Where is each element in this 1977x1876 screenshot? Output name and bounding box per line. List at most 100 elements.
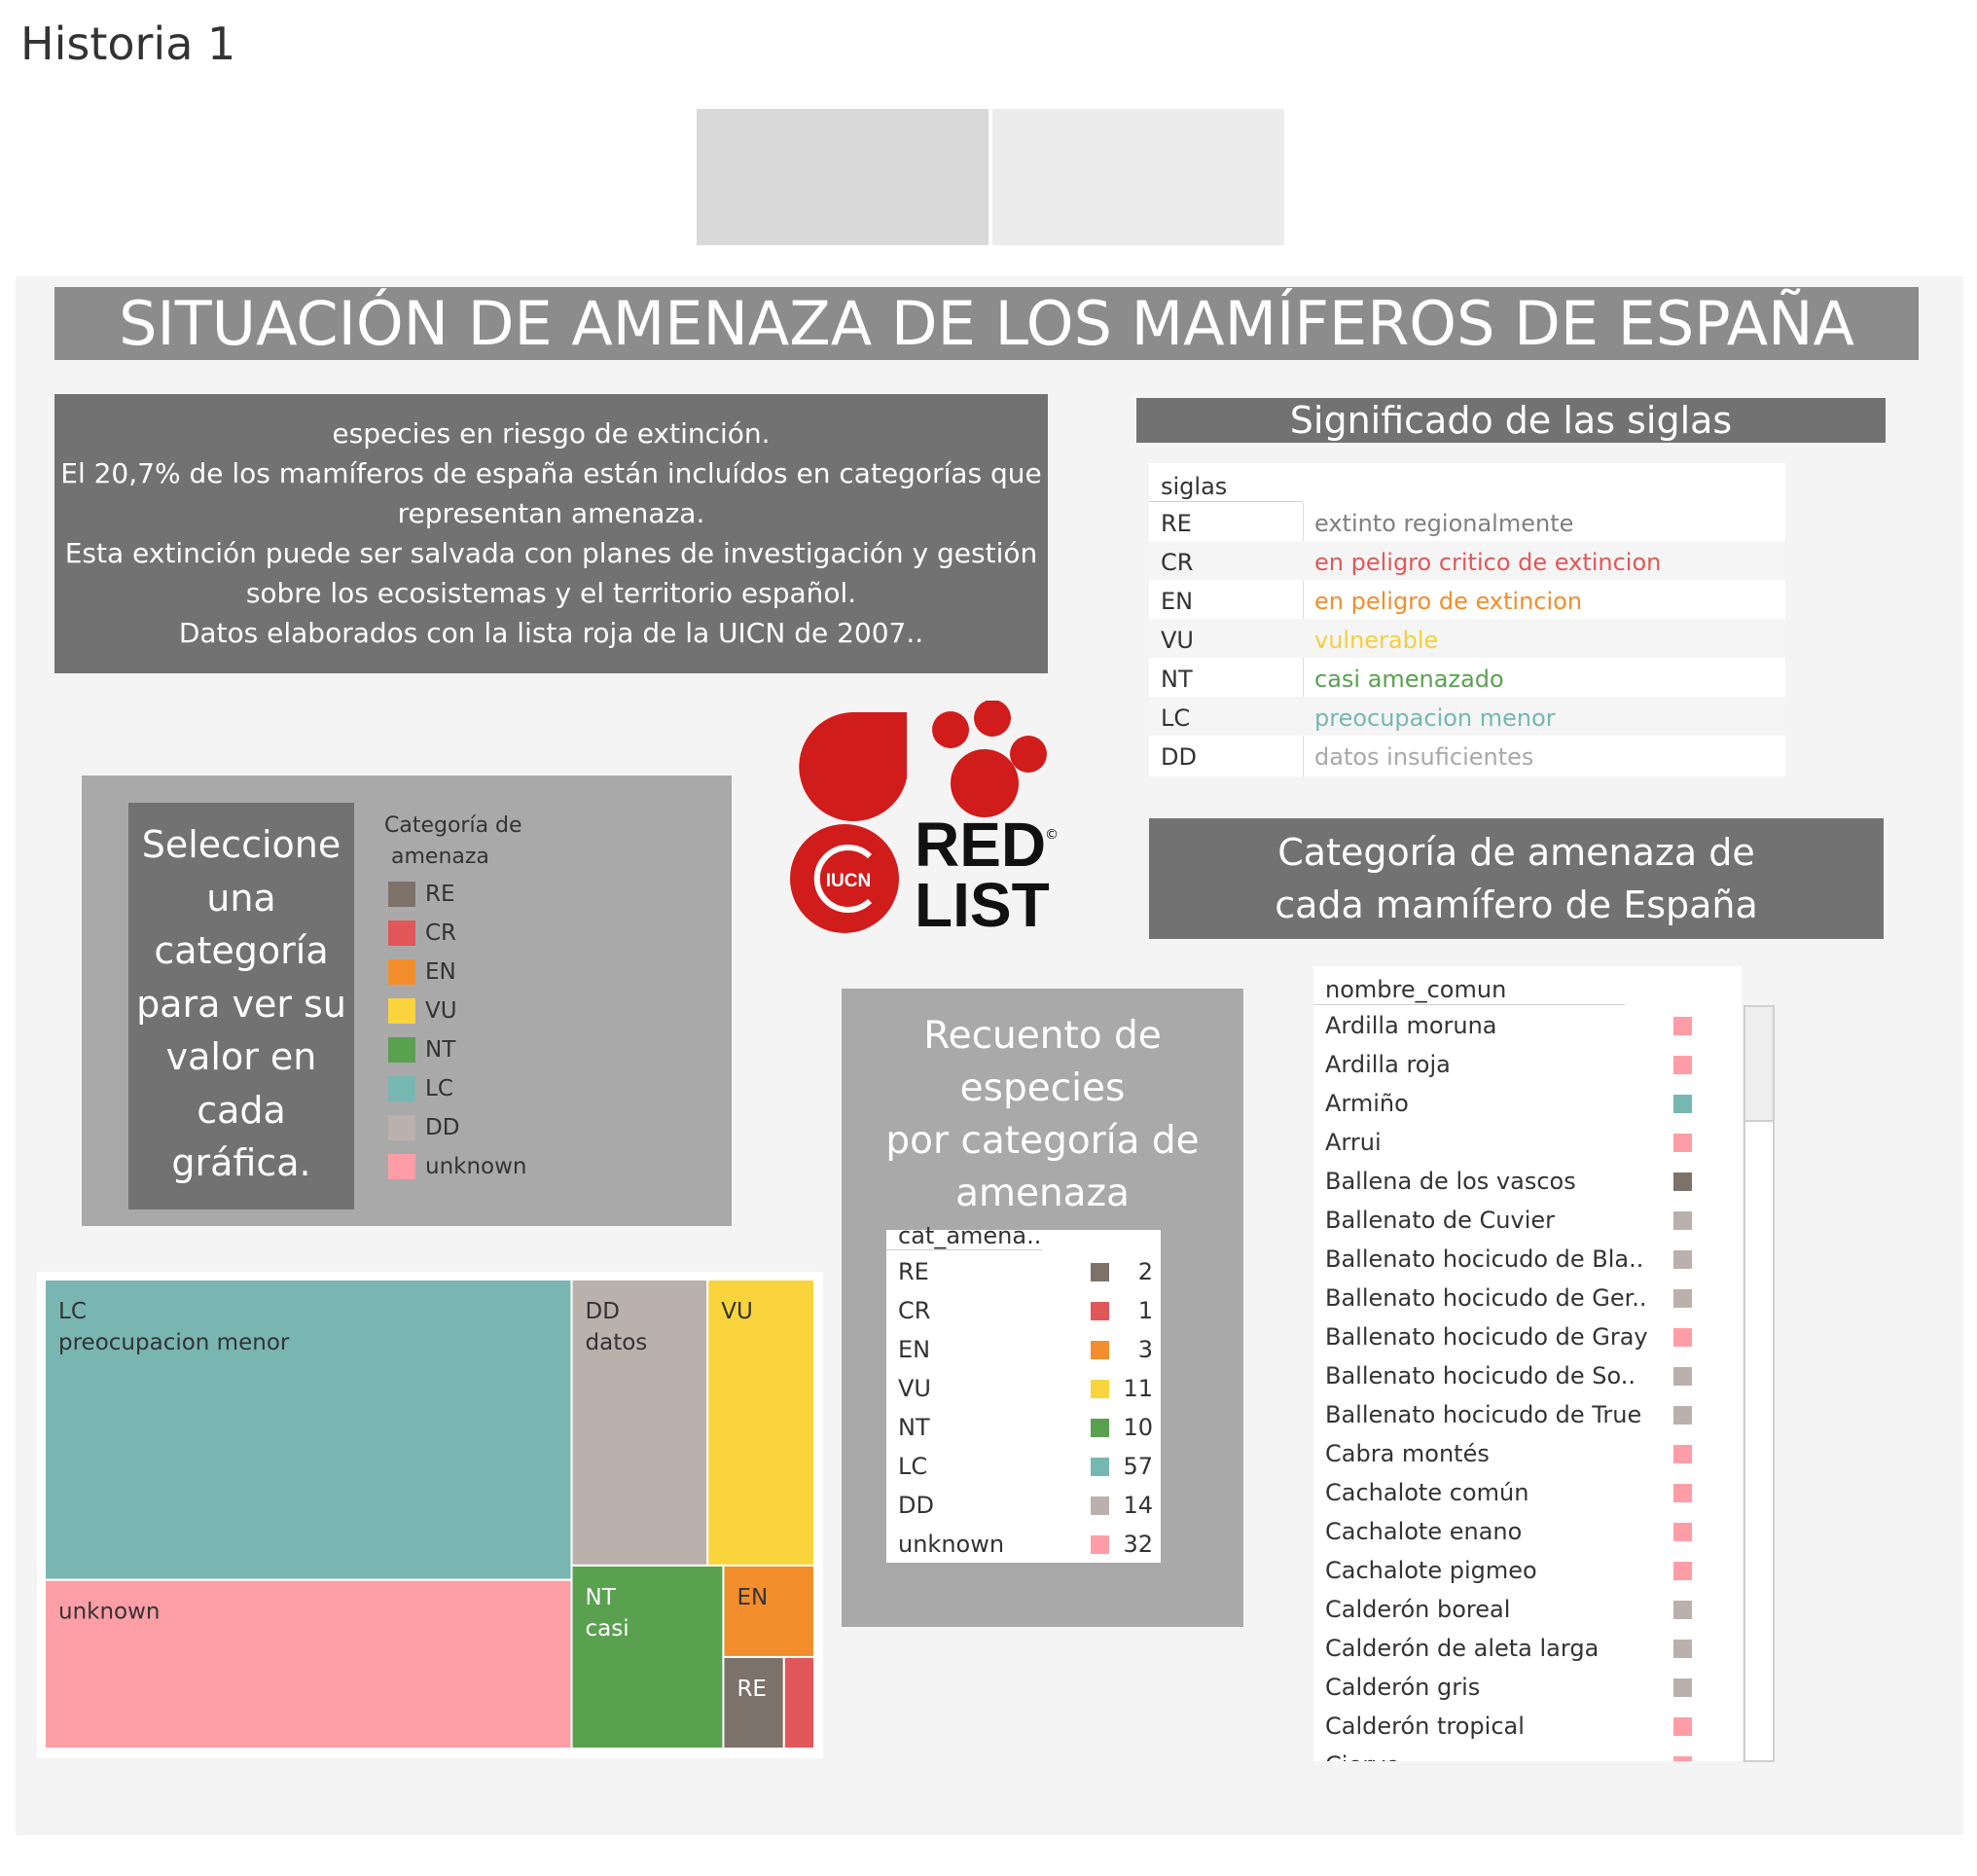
siglas-column-header[interactable]: siglas	[1161, 473, 1227, 500]
siglas-row[interactable]: RE extinto regionalmente	[1149, 502, 1785, 541]
treemap-node-en[interactable]: EN	[722, 1564, 815, 1658]
treemap-rect-re[interactable]	[722, 1655, 785, 1750]
species-row[interactable]: Cachalote enano	[1313, 1511, 1742, 1550]
recuento-row-unknown[interactable]: unknown 32	[886, 1524, 1161, 1563]
species-name: Ardilla roja	[1325, 1051, 1451, 1078]
species-row[interactable]: Ballenato hocicudo de True	[1313, 1394, 1742, 1433]
siglas-row[interactable]: VU vulnerable	[1149, 619, 1785, 658]
dashboard-title: SITUACIÓN DE AMENAZA DE LOS MAMÍFEROS DE…	[54, 287, 1919, 360]
recuento-swatch	[1091, 1458, 1109, 1476]
species-row[interactable]: Arrui	[1313, 1122, 1742, 1161]
species-row[interactable]: Cachalote común	[1313, 1472, 1742, 1511]
description-line: especies en riesgo de extinción.	[332, 417, 771, 450]
species-row[interactable]: Ballena de los vascos	[1313, 1161, 1742, 1200]
species-row[interactable]: Ballenato hocicudo de Bla..	[1313, 1239, 1742, 1278]
treemap-rect-cr[interactable]	[782, 1655, 815, 1750]
treemap-label: NT	[586, 1585, 617, 1610]
legend-label: VU	[425, 998, 457, 1024]
logo-paw-toe-1	[932, 711, 969, 748]
species-name: Calderón boreal	[1325, 1596, 1511, 1623]
treemap-node-re[interactable]: RE	[722, 1655, 785, 1750]
recuento-row-en[interactable]: EN 3	[886, 1329, 1161, 1368]
species-category-swatch	[1673, 1523, 1692, 1541]
logo-list-text: LIST	[915, 870, 1050, 940]
species-row[interactable]: Ardilla roja	[1313, 1044, 1742, 1083]
treemap-node-dd[interactable]: DD datos	[570, 1279, 709, 1567]
species-category-swatch	[1673, 1328, 1692, 1347]
species-name: Ballenato hocicudo de Bla..	[1325, 1245, 1644, 1273]
species-name: Arrui	[1325, 1129, 1382, 1156]
recuento-row-dd[interactable]: DD 14	[886, 1485, 1161, 1524]
species-scrollbar-thumb[interactable]	[1745, 1007, 1773, 1122]
treemap-svg: LC preocupacion menor unknown DD datos VU NT ca…	[44, 1279, 815, 1750]
treemap-label: casi	[586, 1616, 629, 1642]
legend-title-line-2: amenaza	[384, 845, 489, 869]
iucn-red-list-logo-svg: IUCN RED LIST ©	[790, 700, 1059, 940]
species-row[interactable]: Ardilla moruna	[1313, 1005, 1742, 1044]
recuento-category: DD	[898, 1492, 934, 1519]
instruction-line: gráfica.	[171, 1141, 311, 1184]
species-row[interactable]: Calderón boreal	[1313, 1589, 1742, 1628]
recuento-swatch	[1091, 1419, 1109, 1437]
treemap-rect-lc[interactable]	[44, 1279, 573, 1581]
species-row[interactable]: Calderón gris	[1313, 1667, 1742, 1706]
sigla-code: NT	[1161, 666, 1193, 693]
recuento-category: EN	[898, 1336, 931, 1363]
treemap-node-nt[interactable]: NT casi	[570, 1564, 725, 1750]
story-nav-tile-2[interactable]	[992, 109, 1284, 245]
siglas-row[interactable]: NT casi amenazado	[1149, 658, 1785, 697]
recuento-value: 1	[1137, 1297, 1153, 1324]
recuento-column-header[interactable]: cat_amena..	[898, 1222, 1041, 1249]
siglas-row[interactable]: LC preocupacion menor	[1149, 697, 1785, 736]
species-category-swatch	[1673, 1017, 1692, 1035]
recuento-category: RE	[898, 1258, 929, 1285]
species-row[interactable]: Armiño	[1313, 1083, 1742, 1122]
species-row[interactable]: Cabra montés	[1313, 1433, 1742, 1472]
recuento-value: 57	[1123, 1453, 1153, 1480]
siglas-row[interactable]: CR en peligro critico de extincion	[1149, 541, 1785, 580]
recuento-row-vu[interactable]: VU 11	[886, 1368, 1161, 1407]
amenaza-header-line: Categoría de amenaza de	[1277, 831, 1755, 874]
recuento-row-nt[interactable]: NT 10	[886, 1407, 1161, 1446]
species-row[interactable]: Calderón de aleta larga	[1313, 1628, 1742, 1667]
species-scrollbar[interactable]	[1743, 1005, 1775, 1762]
amenaza-header: Categoría de amenaza de cada mamífero de …	[1149, 818, 1884, 939]
treemap-node-cr[interactable]	[782, 1655, 815, 1750]
species-name: Ballenato hocicudo de Gray	[1325, 1323, 1648, 1351]
siglas-row[interactable]: EN en peligro de extincion	[1149, 580, 1785, 619]
species-column-header[interactable]: nombre_comun	[1325, 976, 1506, 1003]
species-row[interactable]: Cachalote pigmeo	[1313, 1550, 1742, 1589]
species-category-swatch	[1673, 1095, 1692, 1113]
species-category-swatch	[1673, 1211, 1692, 1230]
recuento-row-cr[interactable]: CR 1	[886, 1290, 1161, 1329]
legend-label: NT	[425, 1037, 456, 1063]
recuento-row-lc[interactable]: LC 57	[886, 1446, 1161, 1485]
sigla-description: vulnerable	[1314, 627, 1439, 654]
species-row[interactable]: Calderón tropical	[1313, 1706, 1742, 1745]
siglas-row[interactable]: DD datos insuficientes	[1149, 736, 1785, 775]
logo-paw-toe-3	[1010, 736, 1047, 773]
species-row[interactable]: Ballenato de Cuvier	[1313, 1200, 1742, 1239]
species-category-swatch	[1673, 1406, 1692, 1425]
species-row[interactable]: Ciervo	[1313, 1745, 1742, 1761]
treemap-node-unknown[interactable]: unknown	[44, 1578, 573, 1750]
treemap-node-vu[interactable]: VU	[706, 1279, 815, 1567]
species-category-swatch	[1673, 1640, 1692, 1658]
treemap-label: preocupacion menor	[58, 1330, 290, 1355]
story-nav-tile-1[interactable]	[697, 109, 988, 245]
recuento-row-re[interactable]: RE 2	[886, 1251, 1161, 1290]
species-category-swatch	[1673, 1172, 1692, 1191]
treemap-rect-en[interactable]	[722, 1564, 815, 1658]
description-line: Esta extinción puede ser salvada con pla…	[64, 537, 1038, 569]
species-row[interactable]: Ballenato hocicudo de Gray	[1313, 1317, 1742, 1355]
instruction-line: valor en	[165, 1035, 317, 1078]
legend-label: EN	[425, 959, 456, 985]
species-name: Calderón de aleta larga	[1325, 1635, 1600, 1662]
treemap-label: VU	[721, 1299, 753, 1324]
species-row[interactable]: Ballenato hocicudo de Ger..	[1313, 1278, 1742, 1317]
logo-drop-shape	[799, 712, 907, 821]
species-name: Ciervo	[1325, 1751, 1400, 1761]
species-row[interactable]: Ballenato hocicudo de So..	[1313, 1355, 1742, 1394]
description-line: sobre los ecosistemas y el territorio es…	[245, 577, 857, 609]
treemap-node-lc[interactable]: LC preocupacion menor	[44, 1279, 573, 1581]
